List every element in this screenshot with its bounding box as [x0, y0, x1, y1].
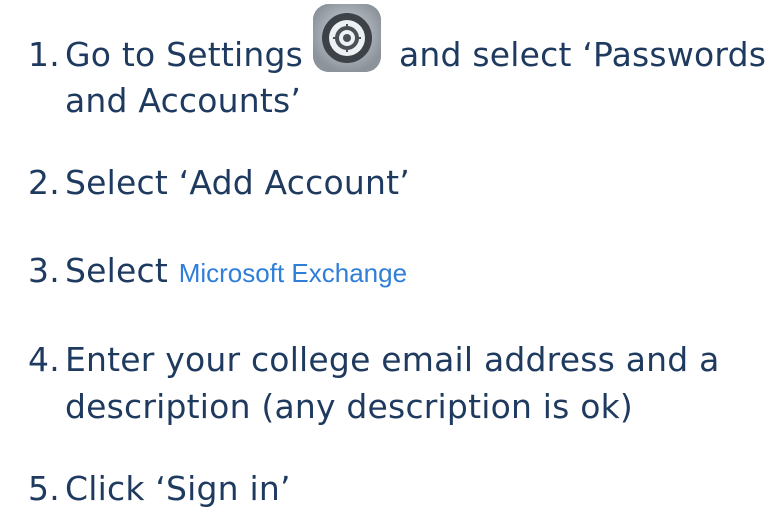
step-3-number: 3. — [28, 251, 60, 290]
step-1-text-before-icon: Go to Settings — [65, 35, 304, 74]
step-4-line-2: description (any description is ok) — [65, 387, 633, 426]
microsoft-exchange-label: Microsoft Exchange — [178, 258, 408, 288]
step-1-text-after-icon: and select ‘Passwords — [399, 35, 767, 74]
step-2-text: Select ‘Add Account’ — [65, 163, 410, 202]
step-2-number: 2. — [28, 163, 60, 202]
step-3-text: Select Microsoft Exchange — [65, 251, 407, 293]
step-5-number: 5. — [28, 469, 60, 508]
step-1-continuation: and Accounts’ — [65, 81, 302, 120]
settings-gear-icon — [313, 4, 381, 72]
step-1-number: 1. — [28, 35, 60, 74]
instructions-page: 1. Go to Settings and select ‘Passwords … — [0, 0, 776, 511]
step-3-prefix: Select — [65, 251, 169, 290]
step-4-number: 4. — [28, 340, 60, 379]
step-4-line-1: Enter your college email address and a — [65, 340, 720, 379]
step-5-text: Click ‘Sign in’ — [65, 469, 291, 508]
